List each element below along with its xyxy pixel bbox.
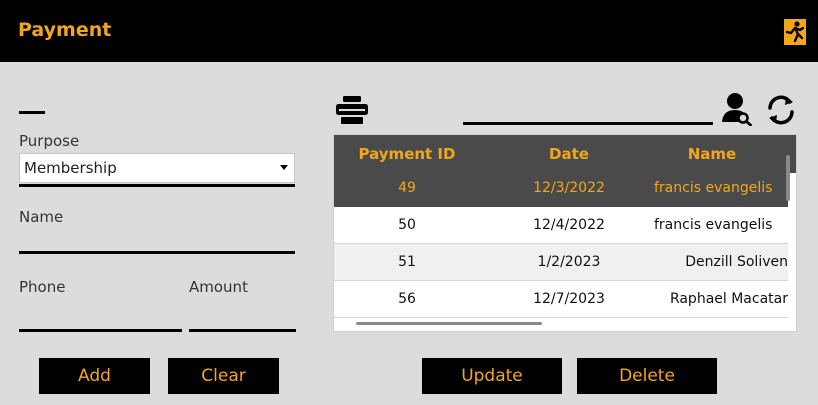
page-title: Payment [18, 19, 112, 41]
amount-underline [189, 329, 296, 332]
amount-label: Amount [189, 278, 248, 296]
form-divider [19, 111, 45, 114]
table-row[interactable]: 50 12/4/2022 francis evangelis [334, 207, 788, 244]
table-row[interactable]: 51 1/2/2023 Denzill Soliven [334, 244, 788, 281]
phone-underline [19, 329, 182, 332]
cell-name: francis evangelis [654, 180, 773, 196]
phone-field[interactable] [19, 305, 181, 327]
cell-name: Denzill Soliven [685, 254, 788, 270]
cell-payment-id: 49 [398, 180, 416, 196]
column-header-date[interactable]: Date [510, 145, 628, 163]
table-row[interactable]: 49 12/3/2022 francis evangelis [334, 173, 788, 207]
amount-field[interactable] [189, 305, 295, 327]
payments-table[interactable]: Payment ID Date Name 49 12/3/2022 franci… [333, 134, 797, 332]
name-label: Name [19, 208, 64, 226]
purpose-label: Purpose [19, 132, 80, 150]
cell-date: 1/2/2023 [537, 254, 601, 270]
table-row[interactable]: 56 12/7/2023 Raphael Macatar [334, 281, 788, 318]
cell-date: 12/4/2022 [533, 217, 605, 233]
purpose-selected-value: Membership [24, 159, 117, 177]
cell-name: francis evangelis [654, 217, 773, 233]
update-button[interactable]: Update [422, 358, 562, 394]
search-input[interactable] [463, 98, 713, 120]
header-bar: Payment [0, 0, 818, 62]
search-underline [463, 122, 713, 125]
cell-date: 12/7/2023 [533, 291, 605, 307]
cell-payment-id: 56 [398, 291, 416, 307]
purpose-underline [19, 184, 295, 187]
column-header-payment-id[interactable]: Payment ID [342, 145, 472, 163]
table-header: Payment ID Date Name [334, 135, 796, 173]
phone-label: Phone [19, 278, 66, 296]
column-header-name[interactable]: Name [652, 145, 772, 163]
cell-payment-id: 50 [398, 217, 416, 233]
clear-button[interactable]: Clear [168, 358, 279, 394]
cell-payment-id: 51 [398, 254, 416, 270]
exit-icon[interactable] [784, 19, 806, 45]
name-underline [19, 251, 295, 254]
name-field[interactable] [19, 228, 295, 250]
user-search-icon[interactable] [722, 92, 752, 126]
delete-button[interactable]: Delete [577, 358, 717, 394]
add-button[interactable]: Add [39, 358, 150, 394]
chevron-down-icon[interactable] [280, 165, 288, 170]
cell-name: Raphael Macatar [669, 291, 788, 307]
horizontal-scrollbar[interactable] [356, 322, 542, 325]
vertical-scrollbar[interactable] [786, 155, 790, 201]
refresh-icon[interactable] [764, 94, 798, 126]
printer-icon[interactable] [336, 96, 368, 124]
cell-date: 12/3/2022 [533, 180, 605, 196]
purpose-dropdown[interactable]: Membership [19, 153, 295, 183]
